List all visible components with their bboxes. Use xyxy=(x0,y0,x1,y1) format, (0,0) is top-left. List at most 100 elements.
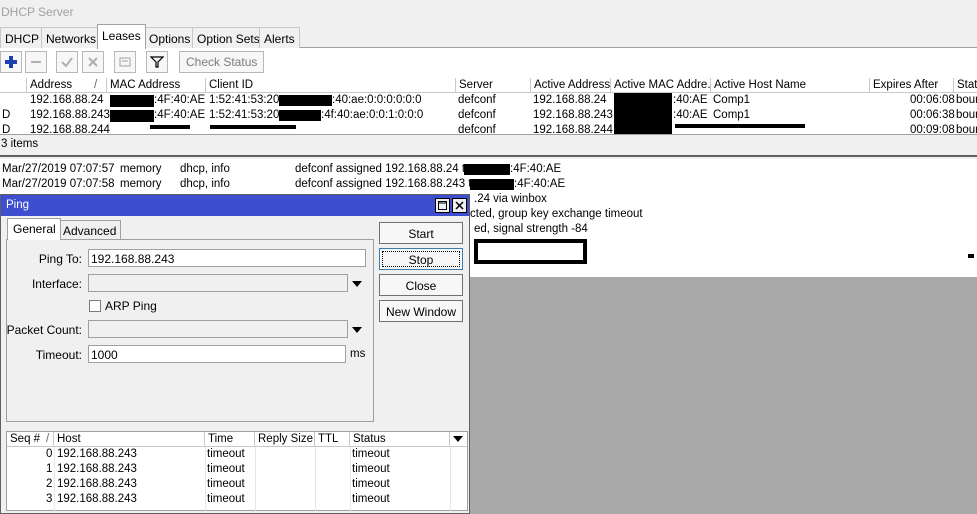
redaction-bar xyxy=(470,179,514,190)
col-host[interactable]: Host xyxy=(54,432,205,447)
log-row[interactable]: Mar/27/2019 07:07:57 memory dhcp, info d… xyxy=(0,162,977,177)
packet-count-label: Packet Count: xyxy=(6,323,82,337)
row-address: 192.168.88.243 xyxy=(30,109,110,121)
redaction-bar xyxy=(279,95,332,106)
col-mac-address[interactable]: MAC Address xyxy=(106,78,205,93)
table-row[interactable]: D 192.168.88.243 :4F:40:AE 1:52:41:53:20… xyxy=(0,108,977,123)
table-row[interactable]: D 192.168.88.244 defconf 192.168.88.244 … xyxy=(0,123,977,134)
row-mac: :4F:40:AE xyxy=(154,109,206,121)
ping-to-field[interactable]: 192.168.88.243 xyxy=(88,249,366,267)
redaction-bar xyxy=(150,125,190,129)
disable-button[interactable] xyxy=(82,51,104,73)
table-row[interactable]: 1 192.168.88.243 timeout timeout xyxy=(7,462,467,477)
row-active-address: 192.168.88.243 xyxy=(533,109,613,121)
dhcp-window-title: DHCP Server xyxy=(0,0,977,24)
log-row[interactable]: Mar/27/2019 07:07:58 memory dhcp, info d… xyxy=(0,177,977,192)
ping-to-label: Ping To: xyxy=(38,252,82,266)
row-server: defconf xyxy=(458,124,496,134)
result-time: timeout xyxy=(207,463,245,475)
comment-button[interactable] xyxy=(114,51,136,73)
remove-button[interactable] xyxy=(25,51,47,73)
new-window-button[interactable]: New Window xyxy=(379,300,463,322)
col-ttl[interactable]: TTL xyxy=(315,432,350,447)
leases-table-body: 192.168.88.24 :4F:40:AE 1:52:41:53:20: :… xyxy=(0,93,977,134)
close-window-button[interactable] xyxy=(452,198,467,213)
window-divider xyxy=(0,153,977,157)
col-expires-after[interactable]: Expires After xyxy=(869,78,953,93)
col-active-mac[interactable]: Active MAC Addre... xyxy=(610,78,710,93)
chevron-down-icon xyxy=(453,436,463,442)
result-host: 192.168.88.243 xyxy=(57,493,137,505)
tab-alerts[interactable]: Alerts xyxy=(259,27,300,48)
chevron-down-icon[interactable] xyxy=(352,281,362,287)
redaction-bar xyxy=(110,110,154,122)
tab-leases[interactable]: Leases xyxy=(97,24,146,49)
column-menu-button[interactable] xyxy=(450,432,467,447)
ping-dialog: Ping General Advanced Ping To: 192.168.8… xyxy=(0,194,470,514)
tab-option-sets[interactable]: Option Sets xyxy=(192,27,265,48)
log-topics: dhcp, info xyxy=(180,163,230,175)
log-message: defconf assigned 192.168.88.24 to xyxy=(295,163,472,175)
row-server: defconf xyxy=(458,109,496,121)
enable-button[interactable] xyxy=(56,51,78,73)
maximize-button[interactable] xyxy=(435,198,450,213)
table-row[interactable]: 2 192.168.88.243 timeout timeout xyxy=(7,477,467,492)
redaction-bar xyxy=(614,93,672,108)
col-reply-size[interactable]: Reply Size xyxy=(255,432,315,447)
add-button[interactable] xyxy=(0,51,22,73)
timeout-field[interactable]: 1000 xyxy=(88,345,346,363)
col-server[interactable]: Server xyxy=(455,78,530,93)
close-button[interactable]: Close xyxy=(379,274,463,296)
row-client-id-prefix: 1:52:41:53:20: xyxy=(209,94,283,106)
chevron-down-icon[interactable] xyxy=(352,327,362,333)
tab-advanced[interactable]: Advanced xyxy=(57,220,122,240)
col-time[interactable]: Time xyxy=(205,432,255,447)
col-status[interactable]: Statu xyxy=(953,78,977,93)
minus-icon xyxy=(31,61,41,63)
log-buffer: memory xyxy=(120,178,162,190)
tab-dhcp[interactable]: DHCP xyxy=(0,27,45,48)
packet-count-field[interactable] xyxy=(88,320,348,338)
result-seq: 2 xyxy=(46,478,53,490)
interface-select[interactable] xyxy=(88,274,348,292)
redaction-bar xyxy=(675,124,805,128)
tab-general[interactable]: General xyxy=(7,218,61,240)
result-time: timeout xyxy=(207,448,245,460)
ping-title: Ping xyxy=(6,199,30,211)
filter-button[interactable] xyxy=(146,51,168,73)
tab-options[interactable]: Options xyxy=(144,27,196,48)
table-row[interactable]: 0 192.168.88.243 timeout timeout xyxy=(7,447,467,462)
col-client-id[interactable]: Client ID xyxy=(205,78,455,93)
filter-icon xyxy=(150,56,164,68)
result-host: 192.168.88.243 xyxy=(57,478,137,490)
tab-networks[interactable]: Networks xyxy=(41,27,102,48)
row-address: 192.168.88.244 xyxy=(30,124,110,134)
arp-ping-checkbox[interactable] xyxy=(89,300,101,312)
row-active-address: 192.168.88.24 xyxy=(533,94,607,106)
check-status-button[interactable]: Check Status xyxy=(179,51,265,73)
table-row[interactable]: 192.168.88.24 :4F:40:AE 1:52:41:53:20: :… xyxy=(0,93,977,108)
arp-ping-label: ARP Ping xyxy=(105,299,157,313)
row-expires: 00:09:08 xyxy=(910,124,955,134)
start-button[interactable]: Start xyxy=(379,222,463,244)
log-topics: dhcp, info xyxy=(180,178,230,190)
row-expires: 00:06:08 xyxy=(910,94,955,106)
log-buffer: memory xyxy=(120,163,162,175)
ping-title-bar[interactable]: Ping xyxy=(1,195,469,216)
leases-toolbar: Check Status xyxy=(0,48,977,78)
result-status: timeout xyxy=(352,463,390,475)
ping-general-panel: Ping To: 192.168.88.243 Interface: ARP P… xyxy=(6,239,374,422)
timeout-label: Timeout: xyxy=(35,348,82,362)
stop-button[interactable]: Stop xyxy=(379,248,463,270)
col-status[interactable]: Status xyxy=(350,432,450,447)
result-time: timeout xyxy=(207,493,245,505)
row-client-id-prefix: 1:52:41:53:20: xyxy=(209,109,283,121)
log-message-suffix: :4F:40:AE xyxy=(510,163,562,175)
col-active-address[interactable]: Active Address xyxy=(530,78,610,93)
col-seq[interactable]: Seq # / xyxy=(7,432,54,447)
plus-icon xyxy=(5,56,17,68)
table-row[interactable]: 3 192.168.88.243 timeout timeout xyxy=(7,492,467,507)
maximize-icon xyxy=(438,201,447,210)
col-active-host-name[interactable]: Active Host Name xyxy=(710,78,869,93)
col-address[interactable]: Address / xyxy=(26,78,106,93)
